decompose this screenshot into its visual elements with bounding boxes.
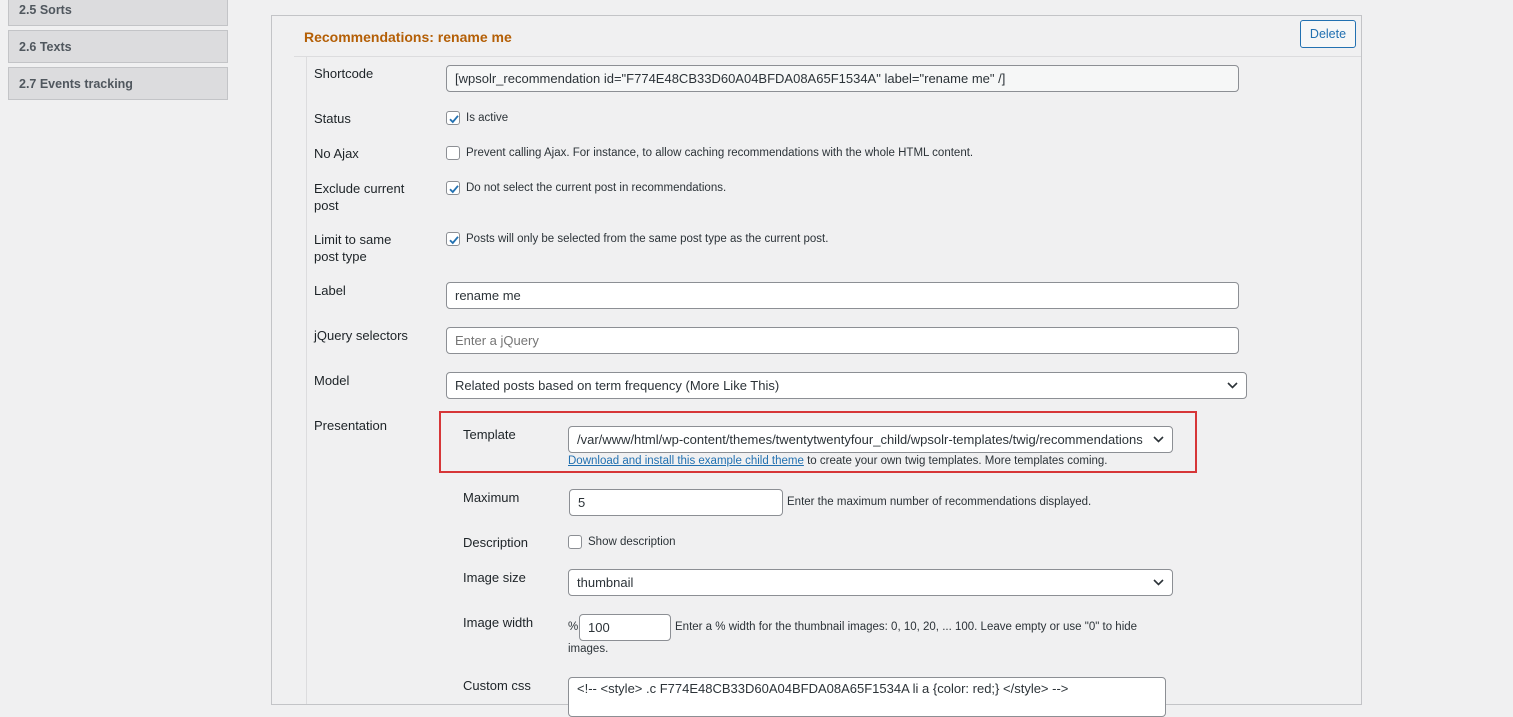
sidebar-item-events-tracking[interactable]: 2.7 Events tracking <box>8 67 228 100</box>
model-selected-value: Related posts based on term frequency (M… <box>455 378 780 393</box>
image-size-label: Image size <box>463 570 526 585</box>
status-label: Status <box>314 111 351 126</box>
model-select[interactable]: Related posts based on term frequency (M… <box>446 372 1247 399</box>
label-input[interactable]: rename me <box>446 282 1239 309</box>
maximum-help: Enter the maximum number of recommendati… <box>787 496 1092 508</box>
sidebar-item-texts[interactable]: 2.6 Texts <box>8 30 228 63</box>
download-child-theme-link[interactable]: Download and install this example child … <box>568 455 804 467</box>
label-line: post <box>314 198 339 213</box>
exclude-current-label: Exclude current post <box>314 180 404 214</box>
no-ajax-checkbox-text: Prevent calling Ajax. For instance, to a… <box>466 147 974 159</box>
limit-same-checkbox-text: Posts will only be selected from the sam… <box>466 233 829 245</box>
status-checkbox[interactable] <box>446 111 460 125</box>
no-ajax-label: No Ajax <box>314 146 359 161</box>
exclude-current-checkbox-text: Do not select the current post in recomm… <box>466 182 727 194</box>
chevron-down-icon <box>1153 436 1164 443</box>
presentation-label: Presentation <box>314 418 387 433</box>
panel-title: Recommendations: rename me <box>304 29 512 45</box>
image-size-selected-value: thumbnail <box>577 575 634 590</box>
chevron-down-icon <box>1227 382 1238 389</box>
chevron-down-icon <box>1153 579 1164 586</box>
image-width-prefix: % <box>568 621 579 633</box>
description-checkbox[interactable] <box>568 535 582 549</box>
image-width-input[interactable]: 100 <box>579 614 671 641</box>
status-checkbox-text: Is active <box>466 112 509 124</box>
description-label: Description <box>463 535 529 550</box>
label-line: Exclude current <box>314 181 405 196</box>
model-label: Model <box>314 373 350 388</box>
limit-same-checkbox[interactable] <box>446 232 460 246</box>
label-line: Limit to same <box>314 232 392 247</box>
divider <box>294 56 1361 57</box>
recommendation-panel: Recommendations: rename me Delete <box>271 15 1362 705</box>
template-selected-value: /var/www/html/wp-content/themes/twentytw… <box>577 432 1143 447</box>
template-label: Template <box>463 427 516 442</box>
template-help-text: to create your own twig templates. More … <box>803 455 1108 467</box>
image-width-label: Image width <box>463 615 534 630</box>
jquery-selectors-label: jQuery selectors <box>314 328 408 343</box>
label-line: post type <box>314 249 367 264</box>
jquery-selectors-input[interactable]: Enter a jQuery <box>446 327 1239 354</box>
check-icon <box>449 115 459 124</box>
maximum-input[interactable]: 5 <box>569 489 783 516</box>
image-width-help-continued: images. <box>568 643 609 655</box>
sidebar-item-label: 2.7 Events tracking <box>19 76 133 91</box>
custom-css-textarea[interactable]: <!-- <style> .c F774E48CB33D60A04BFDA08A… <box>568 677 1166 717</box>
shortcode-field[interactable]: [wpsolr_recommendation id="F774E48CB33D6… <box>446 65 1239 92</box>
check-icon <box>449 236 459 245</box>
sidebar-item-sorts[interactable]: 2.5 Sorts <box>8 0 228 26</box>
no-ajax-checkbox[interactable] <box>446 146 460 160</box>
description-checkbox-text: Show description <box>588 536 676 548</box>
template-help: Download and install this example child … <box>568 455 1108 467</box>
exclude-current-checkbox[interactable] <box>446 181 460 195</box>
template-select[interactable]: /var/www/html/wp-content/themes/twentytw… <box>568 426 1173 453</box>
sidebar-item-label: 2.5 Sorts <box>19 2 72 17</box>
delete-button[interactable]: Delete <box>1300 20 1356 48</box>
image-width-help: Enter a % width for the thumbnail images… <box>675 621 1138 633</box>
custom-css-label: Custom css <box>463 678 531 693</box>
maximum-label: Maximum <box>463 490 520 505</box>
limit-same-label: Limit to same post type <box>314 231 391 265</box>
image-size-select[interactable]: thumbnail <box>568 569 1173 596</box>
shortcode-label: Shortcode <box>314 66 374 81</box>
sidebar-item-label: 2.6 Texts <box>19 39 72 54</box>
check-icon <box>449 185 459 194</box>
label-field-label: Label <box>314 283 346 298</box>
divider <box>306 57 307 704</box>
